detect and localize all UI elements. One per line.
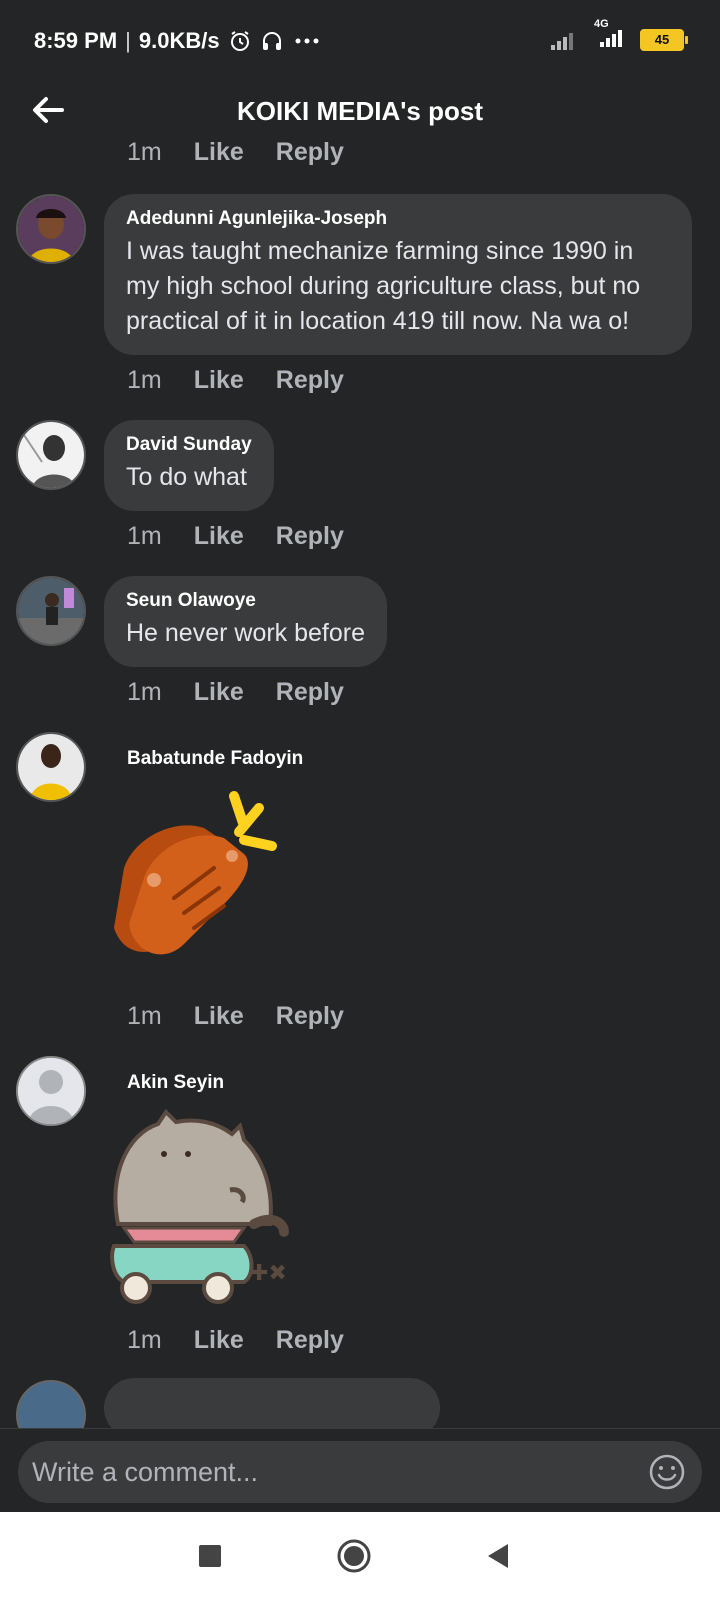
comment-time: 1m	[127, 1326, 162, 1354]
avatar[interactable]	[16, 420, 86, 490]
status-right: 4G 45	[550, 18, 688, 53]
reply-button[interactable]: Reply	[276, 522, 344, 551]
like-button[interactable]: Like	[194, 1002, 244, 1031]
clapping-hands-sticker[interactable]	[104, 788, 304, 978]
reply-button[interactable]: Reply	[276, 1002, 344, 1031]
like-button[interactable]: Like	[194, 1326, 244, 1355]
headphones-icon	[262, 32, 281, 50]
network-type: 4G	[594, 18, 609, 30]
like-button[interactable]: Like	[194, 678, 244, 707]
reply-button[interactable]: Reply	[276, 678, 344, 707]
status-separator: |	[125, 28, 131, 53]
signal-icon	[551, 32, 573, 50]
reply-button[interactable]: Reply	[276, 366, 344, 395]
comment-author[interactable]: Akin Seyin	[127, 1072, 224, 1094]
comment-time: 1m	[127, 522, 162, 550]
network-speed: 9.0KB/s	[138, 28, 220, 53]
comment-author[interactable]: Babatunde Fadoyin	[127, 748, 303, 770]
system-nav-bar	[0, 1512, 720, 1600]
smiley-icon[interactable]	[648, 1453, 686, 1491]
svg-text:✚✖: ✚✖	[250, 1261, 287, 1286]
signal-4g-icon: 4G	[592, 18, 626, 53]
avatar[interactable]	[16, 576, 86, 646]
comment-actions: 1m Like Reply	[127, 140, 344, 167]
comment-actions: 1m Like Reply	[127, 678, 344, 707]
alarm-icon	[230, 31, 249, 51]
avatar[interactable]	[16, 1380, 86, 1428]
comment-author[interactable]: Adedunni Agunlejika-Joseph	[126, 208, 670, 230]
battery-icon: 45	[640, 28, 688, 51]
pusheen-cat-scooter-sticker[interactable]: ✚✖	[104, 1104, 304, 1304]
comment-time: 1m	[127, 1002, 162, 1030]
avatar[interactable]	[16, 194, 86, 264]
comment-time: 1m	[127, 366, 162, 394]
comment-author[interactable]: Seun Olawoye	[126, 590, 365, 612]
comment-text: He never work before	[126, 619, 366, 647]
comment-bubble[interactable]: Adedunni Agunlejika-Joseph I was taught …	[104, 194, 692, 355]
reply-button[interactable]: Reply	[276, 1326, 344, 1355]
comment-actions: 1m Like Reply	[127, 366, 344, 395]
comment-composer	[0, 1428, 720, 1512]
back-icon[interactable]	[480, 1536, 520, 1576]
comment-actions: 1m Like Reply	[127, 1002, 344, 1031]
comment-text: To do what	[126, 463, 247, 491]
comment-bubble[interactable]: David Sunday To do what	[104, 420, 274, 511]
reply-button[interactable]: Reply	[276, 140, 344, 167]
battery-level: 45	[654, 32, 670, 47]
like-button[interactable]: Like	[194, 140, 244, 167]
comment-feed[interactable]: 1m Like Reply Adedunni Agunlejika-Joseph…	[0, 140, 720, 1428]
avatar[interactable]	[16, 1056, 86, 1126]
like-button[interactable]: Like	[194, 522, 244, 551]
like-button[interactable]: Like	[194, 366, 244, 395]
comment-input[interactable]	[18, 1441, 702, 1503]
status-bar: 8:59 PM | 9.0KB/s 4G 45	[0, 0, 720, 84]
recent-apps-icon[interactable]	[190, 1536, 230, 1576]
comment-actions: 1m Like Reply	[127, 522, 344, 551]
page-title: KOIKI MEDIA's post	[237, 96, 483, 126]
home-icon[interactable]	[334, 1536, 374, 1576]
more-icon	[295, 38, 319, 44]
header: KOIKI MEDIA's post	[0, 84, 720, 140]
status-time: 8:59 PM	[34, 28, 118, 53]
comment-bubble[interactable]	[104, 1378, 440, 1428]
comment-text: I was taught mechanize farming since 199…	[126, 237, 641, 335]
status-left: 8:59 PM | 9.0KB/s	[34, 28, 322, 54]
comment-time: 1m	[127, 140, 162, 166]
comment-actions: 1m Like Reply	[127, 1326, 344, 1355]
comment-time: 1m	[127, 678, 162, 706]
comment-author[interactable]: David Sunday	[126, 434, 252, 456]
comment-bubble[interactable]: Seun Olawoye He never work before	[104, 576, 388, 667]
avatar[interactable]	[16, 732, 86, 802]
